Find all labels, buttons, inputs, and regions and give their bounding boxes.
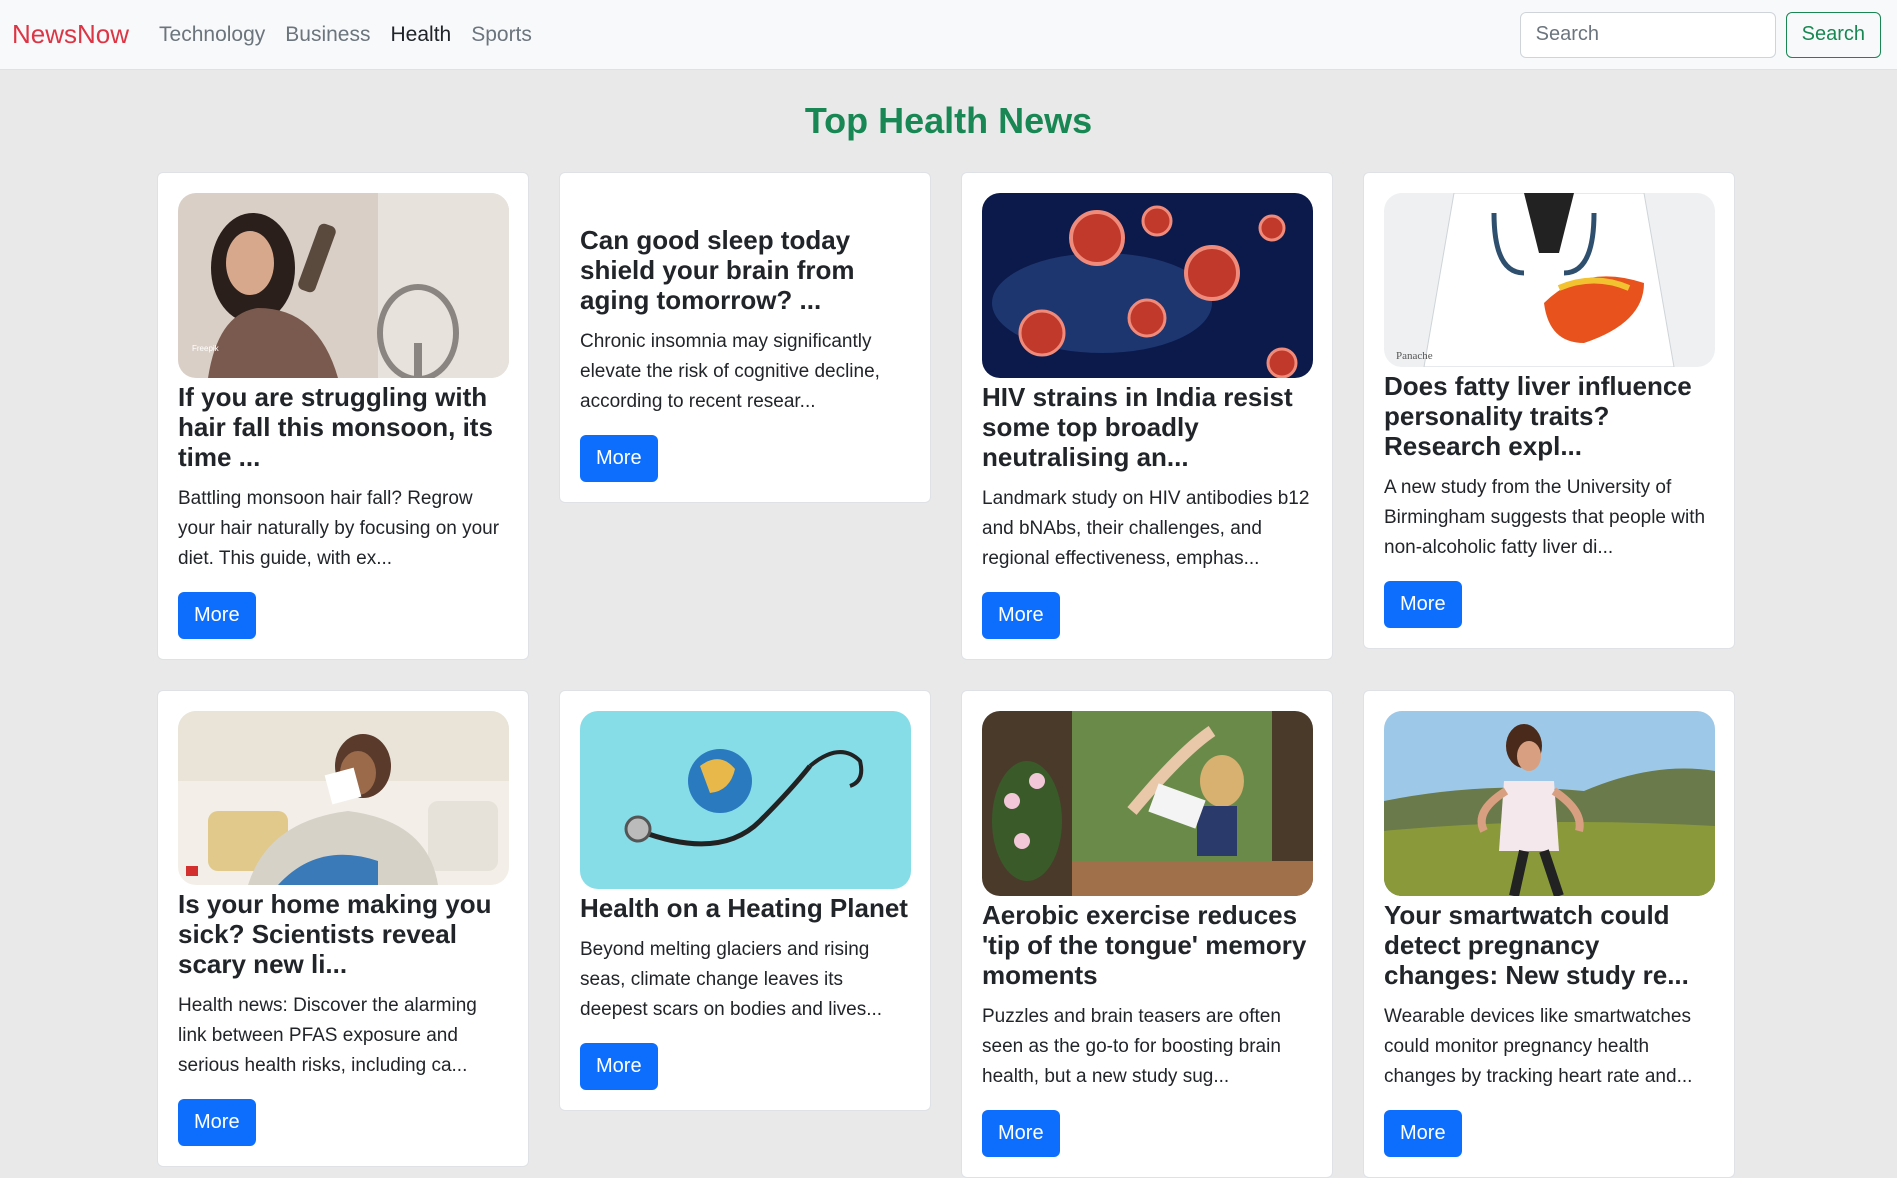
more-button[interactable]: More [580,1043,658,1090]
news-grid: Freepik If you are struggling with hair … [157,172,1737,1178]
nav-link-technology[interactable]: Technology [159,23,265,47]
more-button[interactable]: More [178,1099,256,1146]
news-card: Your smartwatch could detect pregnancy c… [1363,690,1735,1178]
search-input[interactable] [1519,11,1776,58]
article-image-hair[interactable]: Freepik [178,193,509,378]
news-card: Panache Does fatty liver influence perso… [1363,172,1735,649]
article-summary: Chronic insomnia may significantly eleva… [580,331,880,412]
article-image-running[interactable] [1384,711,1715,896]
article-summary: A new study from the University of Birmi… [1384,477,1706,558]
panache-watermark: Panache [1396,350,1433,362]
news-card: Aerobic exercise reduces 'tip of the ton… [961,690,1333,1178]
top-navbar: NewsNow Technology Business Health Sport… [0,0,1897,70]
freepik-watermark: Freepik [192,344,220,353]
news-card: Can good sleep today shield your brain f… [559,172,931,503]
article-title[interactable]: Health on a Heating Planet [580,893,910,923]
article-summary: Landmark study on HIV antibodies b12 and… [982,488,1310,569]
article-image-liver[interactable]: Panache [1384,193,1715,367]
nav-link-business[interactable]: Business [285,23,370,47]
more-button[interactable]: More [178,592,256,639]
article-image-reading[interactable] [982,711,1313,896]
brand-logo[interactable]: NewsNow [12,19,129,50]
article-image-sneezing[interactable] [178,711,509,885]
article-summary: Battling monsoon hair fall? Regrow your … [178,488,500,569]
news-card: HIV strains in India resist some top bro… [961,172,1333,660]
page-title: Top Health News [804,100,1093,141]
more-button[interactable]: More [580,435,658,482]
news-card: Health on a Heating Planet Beyond meltin… [559,690,931,1111]
article-image-virus[interactable] [982,193,1313,378]
article-summary: Health news: Discover the alarming link … [178,995,477,1076]
article-summary: Beyond melting glaciers and rising seas,… [580,939,883,1020]
more-button[interactable]: More [1384,581,1462,628]
article-title[interactable]: Is your home making you sick? Scientists… [178,889,508,979]
article-image-globe[interactable] [580,711,911,889]
article-title[interactable]: If you are struggling with hair fall thi… [178,382,508,472]
news-card: Freepik If you are struggling with hair … [157,172,529,660]
more-button[interactable]: More [982,1110,1060,1157]
article-title[interactable]: Can good sleep today shield your brain f… [580,225,910,315]
more-button[interactable]: More [982,592,1060,639]
article-title[interactable]: Your smartwatch could detect pregnancy c… [1384,900,1714,990]
article-title[interactable]: Aerobic exercise reduces 'tip of the ton… [982,900,1312,990]
nav-link-health[interactable]: Health [391,23,452,47]
news-card: Is your home making you sick? Scientists… [157,690,529,1167]
nav-link-sports[interactable]: Sports [471,23,532,47]
article-title[interactable]: HIV strains in India resist some top bro… [982,382,1312,472]
search-button[interactable]: Search [1785,11,1881,58]
article-title[interactable]: Does fatty liver influence personality t… [1384,371,1714,461]
more-button[interactable]: More [1384,1110,1462,1157]
